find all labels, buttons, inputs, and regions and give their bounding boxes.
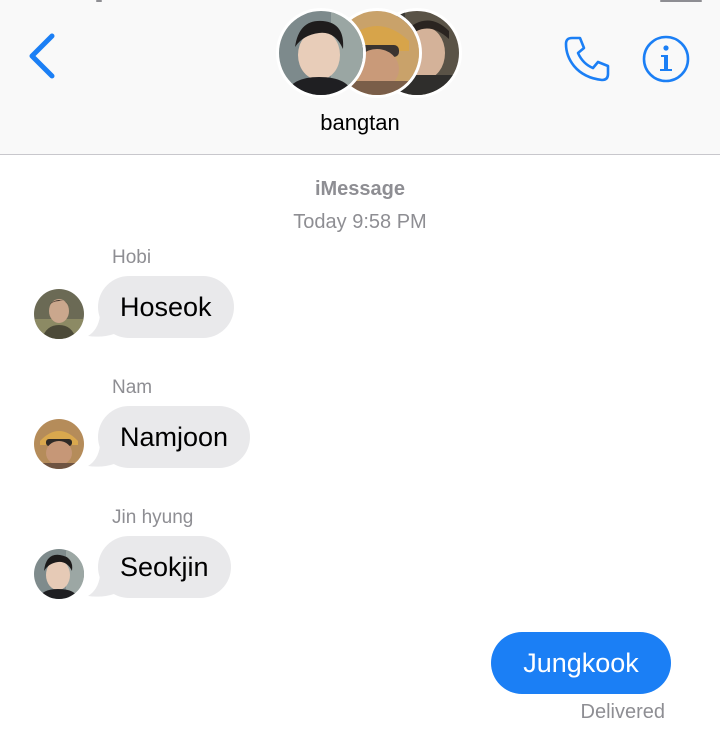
sender-avatar[interactable]: [34, 549, 84, 599]
message-bubble-incoming[interactable]: Hoseok: [98, 276, 234, 338]
group-avatar-stack[interactable]: [272, 4, 462, 100]
sender-name: Jin hyung: [112, 507, 194, 528]
conversation-title[interactable]: bangtan: [0, 110, 720, 136]
message-bubble-incoming[interactable]: Seokjin: [98, 536, 231, 598]
message-row: Seokjin: [0, 536, 720, 616]
phone-icon: [564, 36, 610, 82]
status-bar-fragment: [96, 0, 102, 2]
back-button[interactable]: [24, 28, 64, 84]
message-row: Namjoon: [0, 406, 720, 486]
info-icon: [642, 35, 690, 83]
message-bubble-outgoing[interactable]: Jungkook: [491, 632, 671, 694]
status-bar-fragment: [660, 0, 702, 2]
info-button[interactable]: [640, 33, 692, 85]
group-member-avatar: [276, 8, 366, 98]
sender-name: Hobi: [112, 247, 152, 268]
message-timestamp: Today 9:58 PM: [293, 211, 427, 233]
chevron-left-icon: [29, 33, 55, 79]
message-row: Hoseok: [0, 276, 720, 356]
sender-avatar[interactable]: [34, 419, 84, 469]
message-bubble-incoming[interactable]: Namjoon: [98, 406, 251, 468]
service-label: iMessage: [314, 178, 406, 200]
sender-avatar[interactable]: [34, 289, 84, 339]
call-button[interactable]: [560, 32, 614, 86]
conversation-header: bangtan: [0, 0, 720, 155]
delivery-status: Delivered: [580, 701, 665, 723]
sender-name: Nam: [112, 377, 153, 398]
